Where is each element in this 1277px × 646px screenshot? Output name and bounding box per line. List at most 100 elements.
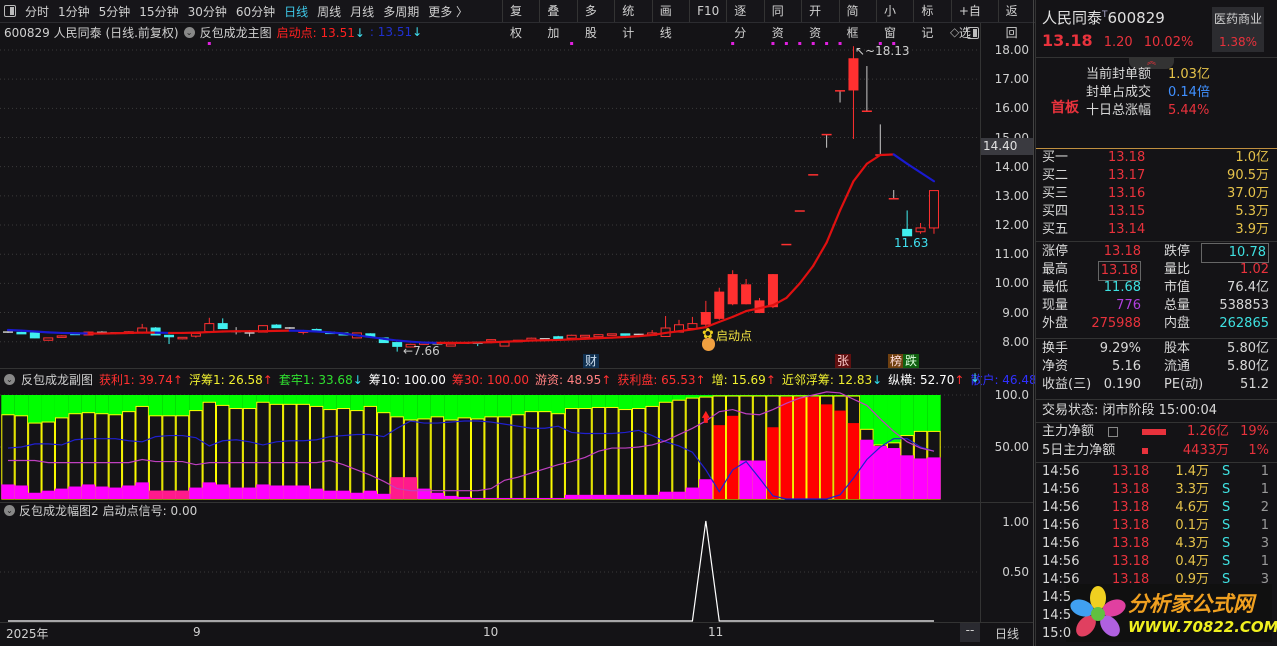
drop-badge[interactable]: 跌 [903, 354, 920, 369]
money-bag-icon [702, 338, 715, 351]
limit-up-badge[interactable]: 张 [835, 354, 852, 369]
sub-indicator-value: 近邻浮筹: 12.83↓ [782, 371, 882, 388]
candle-body [164, 334, 175, 338]
sub-green-area [403, 395, 418, 420]
up-arrow-icon: ↑ [262, 372, 273, 387]
seal-value: 0.14倍 [1168, 85, 1210, 100]
moving-average-segment [597, 336, 614, 340]
indicator-dropdown-icon[interactable]: ⌄ [4, 373, 15, 385]
moving-average-segment [47, 331, 63, 335]
top-marker [825, 42, 829, 45]
candle-body [217, 323, 228, 330]
moving-average-segment [369, 335, 385, 340]
sub-green-area [591, 395, 606, 408]
candle-body [29, 332, 40, 339]
ranking-badge[interactable]: 榜 [888, 354, 905, 369]
tick-volume: 0.1万 [1175, 518, 1209, 533]
stat-label: 现量 [1042, 298, 1069, 313]
date-axis: 2025年 9 10 11 -- 日线 [0, 622, 1033, 642]
flow-label: 主力净额 [1042, 424, 1095, 439]
axis-label: 11.00 [994, 247, 1029, 262]
sub-magenta-bar [216, 484, 230, 499]
candle-body [56, 335, 67, 338]
moving-average-segment [490, 340, 506, 344]
last-price: 13.18 [1042, 31, 1093, 50]
value-label: 获利盘: 65.53 [617, 372, 696, 387]
up-arrow-icon: ↑ [765, 372, 776, 387]
toolbar-button-13[interactable]: 返回 [997, 0, 1035, 40]
sub-pink-bar [403, 477, 418, 499]
stat-value: 10.78 [1201, 243, 1269, 263]
moving-average-segment [20, 329, 36, 333]
bid-volume: 3.9万 [1235, 222, 1269, 237]
period-label[interactable]: 日线 [995, 625, 1019, 642]
sub-bar [229, 408, 243, 500]
stat-value: 13.18 [1103, 244, 1141, 259]
bid-price: 13.14 [1108, 222, 1146, 237]
start-point-annotation: 启动点 [716, 329, 753, 343]
sub-bar [457, 417, 471, 500]
sub-green-area [189, 395, 203, 411]
sub-green-area [108, 395, 123, 415]
moving-average-segment [208, 330, 224, 334]
finance-value: 9.29% [1099, 341, 1141, 356]
chart-canvas[interactable] [0, 0, 980, 646]
sub-pink-bar [148, 490, 163, 499]
moving-average-segment [396, 339, 412, 343]
value-label: 浮筹1: 26.58 [188, 372, 263, 387]
stat-value: 13.18 [1097, 261, 1141, 281]
stat-label: 最高 [1042, 262, 1069, 277]
finance-label: 净资 [1042, 359, 1069, 374]
value-label: 纵横: 52.70 [888, 372, 955, 387]
sub-indicator-name[interactable]: 反包成龙副图 [21, 371, 93, 388]
sub-magenta-bar [95, 486, 109, 499]
sub-green-area [1, 395, 15, 415]
sub-green-area [175, 395, 190, 416]
sub-green-area [336, 395, 351, 409]
sub-green-area [363, 395, 378, 407]
moving-average-segment [906, 162, 922, 174]
axis-label: 9.00 [1002, 305, 1029, 320]
seal-value: 5.44% [1168, 103, 1210, 118]
sub-bar [323, 409, 337, 500]
sub-magenta-bar [1, 484, 15, 499]
sub-green-area [605, 395, 619, 408]
list-icon[interactable] [1108, 427, 1118, 437]
sub-magenta-bar [551, 497, 565, 499]
sub-red-bar [726, 415, 739, 499]
up-arrow-icon: ↑ [695, 372, 706, 387]
sub-magenta-bar [524, 497, 539, 499]
finance-label: 换手 [1042, 341, 1069, 356]
third-indicator-name[interactable]: 反包成龙幅图2 [19, 502, 99, 519]
stat-row: 涨停 13.18 跌停 10.78 [1042, 243, 1269, 263]
sub-green-area [538, 395, 552, 412]
low-price-label: ←7.66 [403, 344, 440, 358]
axis-label: 8.00 [1002, 334, 1029, 349]
candle-body [445, 343, 456, 347]
collapse-button[interactable]: -- [960, 623, 980, 642]
value-label: 筹10: 100.00 [368, 372, 446, 387]
finance-badge[interactable]: 财 [583, 354, 600, 369]
sector-box[interactable]: 医药商业 1.38% [1212, 7, 1264, 52]
candle-body [727, 274, 738, 305]
sub-green-area [430, 395, 445, 417]
sub-bar [658, 401, 673, 500]
tick-row: 15:0 [1042, 625, 1269, 643]
finance-label: 收益(三) [1042, 377, 1092, 392]
sub-indicator-value: 筹10: 100.00 [369, 371, 446, 388]
sub-green-area [913, 395, 928, 432]
sub-indicator-value: 游资: 48.95↑ [535, 371, 611, 388]
bid-label: 买五 [1042, 222, 1069, 237]
stat-value: 275988 [1091, 316, 1141, 331]
moving-average-segment [624, 335, 640, 339]
tick-row: 14:56 13.18 0.9万 S 3 [1042, 571, 1269, 589]
candle-body [902, 228, 913, 237]
sub-bar [377, 412, 391, 500]
tick-row: 14:56 13.18 3.3万 S 1 [1042, 481, 1269, 499]
recent-low-label: 11.63 [894, 236, 929, 250]
sub-bar [162, 415, 176, 500]
tick-side: S [1222, 518, 1231, 533]
indicator-dropdown-icon[interactable]: ⌄ [4, 504, 15, 516]
axis-label: 18.00 [994, 43, 1029, 57]
flow-pct: 1% [1248, 443, 1269, 458]
